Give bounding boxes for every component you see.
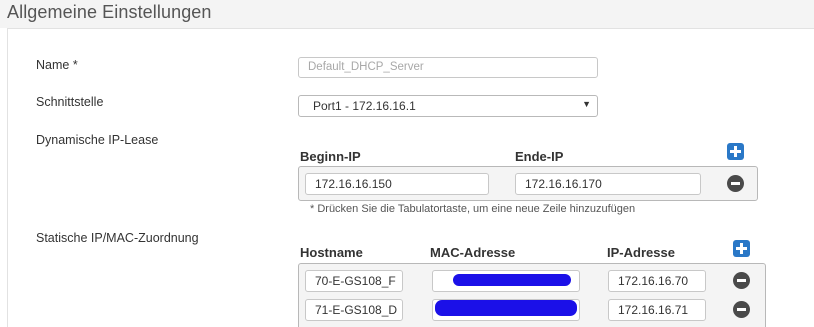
mac-field[interactable] — [432, 299, 580, 321]
mac-field[interactable] — [432, 270, 580, 292]
redaction-mark — [453, 274, 571, 286]
dynamic-lease-label: Dynamische IP-Lease — [36, 133, 159, 147]
start-ip-field[interactable]: 172.16.16.150 — [305, 173, 489, 195]
section-header: Allgemeine Einstellungen — [0, 0, 814, 28]
add-dynamic-lease-button[interactable] — [727, 143, 744, 160]
minus-circle-icon — [737, 279, 746, 282]
tab-hint: * Drücken Sie die Tabulatortaste, um ein… — [310, 203, 636, 215]
ip-field[interactable]: 172.16.16.70 — [608, 270, 706, 292]
end-ip-header: Ende-IP — [515, 149, 564, 164]
interface-select[interactable]: Port1 - 172.16.16.1 ▼ — [298, 95, 598, 117]
chevron-down-icon: ▼ — [582, 99, 591, 109]
hostname-field[interactable]: 70-E-GS108_F — [305, 270, 403, 292]
remove-dynamic-lease-button[interactable] — [727, 175, 744, 192]
mac-header: MAC-Adresse — [430, 245, 516, 260]
ip-field[interactable]: 172.16.16.71 — [608, 299, 706, 321]
redaction-mark — [435, 300, 577, 316]
ip-header: IP-Adresse — [607, 245, 675, 260]
minus-circle-icon — [737, 308, 746, 311]
interface-label: Schnittstelle — [36, 95, 104, 109]
dynamic-lease-row: 172.16.16.150 172.16.16.170 — [298, 166, 758, 201]
minus-circle-icon — [731, 182, 740, 185]
static-mapping-table: 70-E-GS108_F 172.16.16.70 71-E-GS108_D 1… — [298, 263, 766, 327]
name-field[interactable]: Default_DHCP_Server — [298, 57, 598, 78]
static-mapping-label: Statische IP/MAC-Zuordnung — [36, 231, 199, 245]
name-label: Name * — [36, 58, 78, 72]
hostname-header: Hostname — [300, 245, 363, 260]
section-title: Allgemeine Einstellungen — [7, 2, 212, 22]
add-static-mapping-button[interactable] — [733, 240, 750, 257]
hostname-field[interactable]: 71-E-GS108_D — [305, 299, 403, 321]
interface-select-value: Port1 - 172.16.16.1 — [313, 99, 416, 113]
remove-row-button[interactable] — [733, 301, 750, 318]
end-ip-field[interactable]: 172.16.16.170 — [515, 173, 701, 195]
start-ip-header: Beginn-IP — [300, 149, 361, 164]
remove-row-button[interactable] — [733, 272, 750, 289]
